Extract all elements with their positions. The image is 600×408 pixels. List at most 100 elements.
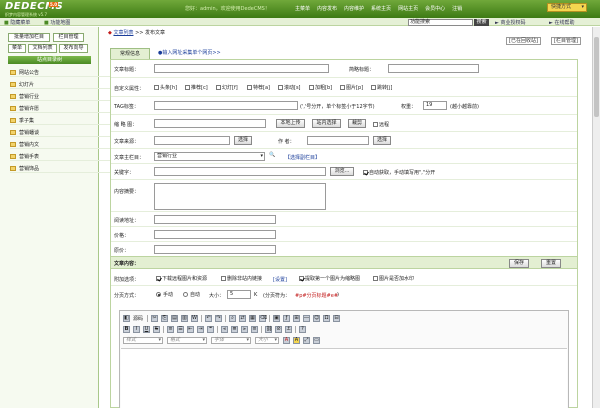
- weight-input[interactable]: 19: [423, 101, 447, 110]
- search-button[interactable]: 搜索: [474, 19, 489, 26]
- replace-icon[interactable]: ⇄: [239, 314, 247, 322]
- select-all-icon[interactable]: ▦: [249, 314, 257, 322]
- hide-menu-link[interactable]: ■ 隐藏菜单: [4, 19, 30, 26]
- paste-text-icon[interactable]: ▥: [181, 314, 189, 322]
- remove-links-option[interactable]: 删除非站内链接: [221, 275, 262, 282]
- paging-manual-radio[interactable]: [156, 292, 161, 297]
- nav-system-home[interactable]: 系统主页: [371, 5, 391, 12]
- source-code-label[interactable]: 源码: [133, 315, 143, 322]
- redo-icon[interactable]: ↷: [215, 314, 223, 322]
- first-image-thumb-option[interactable]: 提取第一个图片为缩略图: [299, 275, 360, 282]
- attr-special[interactable]: 特荐[a]: [247, 84, 270, 91]
- source-input[interactable]: [154, 136, 230, 145]
- nav-logout[interactable]: 注销: [452, 5, 462, 12]
- reset-button[interactable]: 重置: [541, 259, 561, 268]
- maximize-icon[interactable]: ⤢: [303, 336, 310, 344]
- page-scrollbar[interactable]: [592, 27, 600, 408]
- anchor-icon[interactable]: ⚓: [285, 325, 292, 333]
- attr-slide[interactable]: 幻灯[f]: [216, 84, 238, 91]
- author-select-button[interactable]: 选择: [373, 136, 391, 145]
- attr-scroll[interactable]: 滚动[s]: [278, 84, 301, 91]
- crop-button[interactable]: 裁剪: [348, 119, 366, 128]
- align-justify-icon[interactable]: ≡: [251, 325, 258, 333]
- publish-wizard-button[interactable]: 发布向导: [59, 44, 88, 53]
- format-dropdown[interactable]: 格式: [167, 336, 207, 344]
- author-input[interactable]: [307, 136, 369, 145]
- price-input[interactable]: [154, 230, 276, 239]
- font-dropdown[interactable]: 字体: [211, 336, 251, 344]
- function-map-link[interactable]: ■ 功能地图: [44, 19, 70, 26]
- cut-icon[interactable]: ✂: [151, 314, 159, 322]
- about-icon[interactable]: ?: [299, 325, 306, 333]
- tab-collect-url[interactable]: ●输入网址采集单个网页>>: [154, 48, 225, 59]
- text-color-icon[interactable]: A: [283, 336, 290, 344]
- quick-shortcut-dropdown[interactable]: 快捷方式 ▾: [547, 3, 587, 12]
- breadcrumb-article-list[interactable]: 文章列表: [113, 30, 133, 36]
- keyword-input[interactable]: [154, 167, 326, 176]
- keyword-browse-button[interactable]: 浏览...: [330, 167, 354, 176]
- tab-basic-info[interactable]: 常规信息: [110, 48, 150, 59]
- ordered-list-icon[interactable]: ≡: [167, 325, 174, 333]
- local-upload-button[interactable]: 本地上传: [276, 119, 305, 128]
- rich-text-editor[interactable]: ◧ 源码 ✂ ⎘ ▤ ▥ W ↶ ↷ ⌕ ⇄ ▦ ⌫ ▣ ƒ ⊞ ― ☺ Ω ⊟…: [119, 310, 569, 408]
- remote-checkbox[interactable]: [373, 122, 378, 127]
- select-sub-column-link[interactable]: 【选择副栏目】: [285, 154, 320, 161]
- paging-manual-option[interactable]: 手动: [156, 291, 173, 298]
- source-select-button[interactable]: 选择: [234, 136, 252, 145]
- column-manage-button[interactable]: 栏目管理: [53, 33, 84, 42]
- flash-icon[interactable]: ƒ: [283, 314, 291, 322]
- scrollbar-thumb[interactable]: [594, 37, 599, 117]
- short-title-input[interactable]: [388, 64, 479, 73]
- unordered-list-icon[interactable]: ☰: [177, 325, 184, 333]
- doc-list-button[interactable]: 文档列表: [28, 44, 57, 53]
- menu-button[interactable]: 菜单: [8, 44, 26, 53]
- attr-scroll-checkbox[interactable]: [278, 85, 283, 90]
- online-help-link[interactable]: ► 在线帮助: [549, 19, 574, 26]
- page-break-icon[interactable]: ⊟: [333, 314, 341, 322]
- watermark-checkbox[interactable]: [373, 276, 378, 281]
- undo-icon[interactable]: ↶: [205, 314, 213, 322]
- align-left-icon[interactable]: ⫷: [221, 325, 228, 333]
- font-size-dropdown[interactable]: 大小: [255, 336, 279, 344]
- attr-headline[interactable]: 头条[h]: [154, 84, 177, 91]
- download-remote-checkbox[interactable]: [156, 276, 161, 281]
- table-icon[interactable]: ⊞: [293, 314, 301, 322]
- attr-jump-checkbox[interactable]: [371, 85, 376, 90]
- remote-option[interactable]: 远程: [373, 121, 389, 128]
- smiley-icon[interactable]: ☺: [313, 314, 321, 322]
- search-icon[interactable]: 🔍: [269, 152, 275, 158]
- attr-picture[interactable]: 图片[p]: [340, 84, 363, 91]
- original-price-input[interactable]: [154, 245, 276, 254]
- title-input[interactable]: [154, 64, 329, 73]
- auto-keyword-checkbox[interactable]: [363, 170, 368, 175]
- column-manage-link[interactable]: [栏目管理]: [551, 37, 581, 45]
- nav-content-maintain[interactable]: 内容维护: [344, 5, 364, 12]
- attr-bold[interactable]: 加粗[b]: [309, 84, 332, 91]
- italic-icon[interactable]: I: [133, 325, 140, 333]
- attr-recommend[interactable]: 推荐[c]: [185, 84, 208, 91]
- paging-auto-option[interactable]: 自动: [183, 291, 200, 298]
- site-select-button[interactable]: 站内选择: [312, 119, 341, 128]
- nav-content-publish[interactable]: 内容发布: [317, 5, 337, 12]
- image-icon[interactable]: ▣: [273, 314, 281, 322]
- download-remote-option[interactable]: 下载远程图片和资源: [156, 275, 207, 282]
- paste-word-icon[interactable]: W: [191, 314, 199, 322]
- nav-site-home[interactable]: 网站主页: [398, 5, 418, 12]
- editor-content-area[interactable]: [121, 348, 567, 408]
- read-url-input[interactable]: [154, 215, 276, 224]
- recycle-bin-link[interactable]: [已在回收站]: [506, 37, 541, 45]
- attr-slide-checkbox[interactable]: [216, 85, 221, 90]
- link-icon[interactable]: ⛓: [265, 325, 272, 333]
- attr-picture-checkbox[interactable]: [340, 85, 345, 90]
- outdent-icon[interactable]: ⇤: [187, 325, 194, 333]
- watermark-option[interactable]: 图片是否加水印: [373, 275, 414, 282]
- paging-size-input[interactable]: 5: [227, 290, 251, 299]
- paging-auto-radio[interactable]: [183, 292, 188, 297]
- attr-special-checkbox[interactable]: [247, 85, 252, 90]
- align-right-icon[interactable]: ⫸: [241, 325, 248, 333]
- copy-icon[interactable]: ⎘: [161, 314, 169, 322]
- special-char-icon[interactable]: Ω: [323, 314, 331, 322]
- nav-member-center[interactable]: 会员中心: [425, 5, 445, 12]
- biz-code-link[interactable]: ► 商业授权码: [495, 19, 525, 26]
- remove-links-settings-link[interactable]: [设置]: [273, 276, 287, 283]
